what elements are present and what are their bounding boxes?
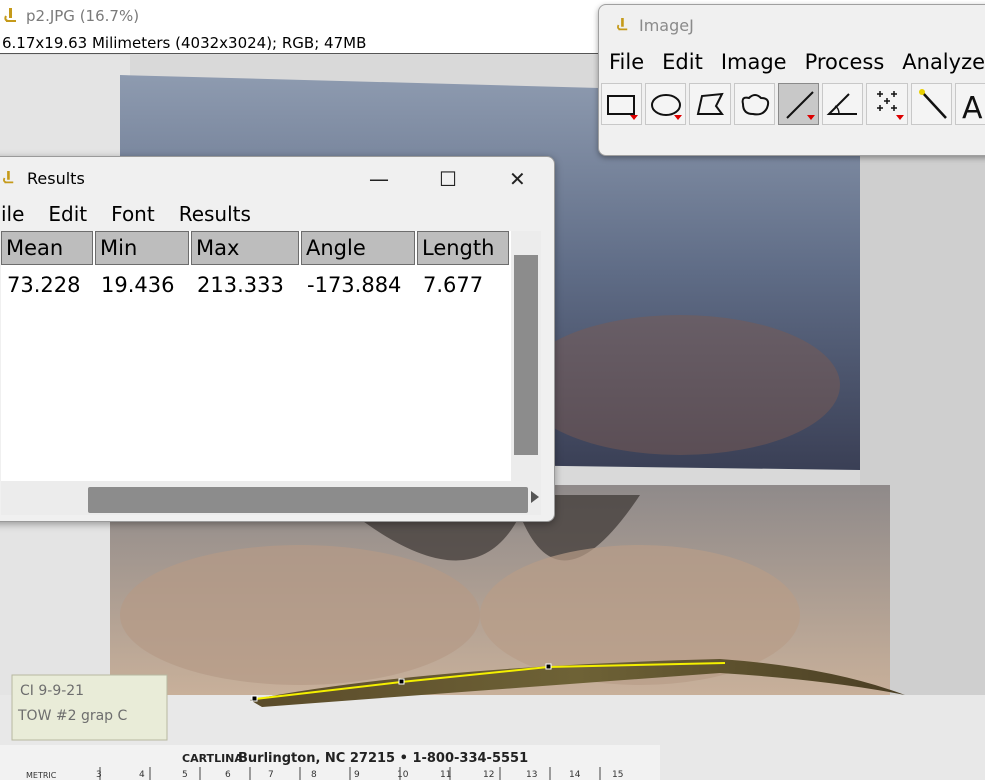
cell-max: 213.333 <box>197 273 284 297</box>
ruler-metric: METRIC <box>26 771 57 780</box>
text-tool-icon: A <box>962 91 983 126</box>
photo-label-line1: CI 9-9-21 <box>20 683 84 699</box>
menu-analyze[interactable]: Analyze <box>902 50 985 74</box>
vertical-scrollbar[interactable] <box>511 231 541 481</box>
ruler-number: 15 <box>612 770 623 780</box>
ruler-brand: CARTLINA <box>182 752 243 765</box>
imagej-window[interactable]: ImageJ File Edit Image Process Analyze A <box>598 4 985 156</box>
point-tool-button[interactable] <box>866 83 908 125</box>
menu-process[interactable]: Process <box>805 50 885 74</box>
column-header-max[interactable]: Max <box>191 231 299 265</box>
scroll-right-arrow-icon[interactable] <box>531 491 539 503</box>
ruler-number: 6 <box>225 770 231 780</box>
measurement-handle[interactable] <box>398 678 405 685</box>
svg-text:A: A <box>962 91 983 126</box>
menu-file[interactable]: File <box>609 50 644 74</box>
photo-skin-shape <box>120 545 480 685</box>
ruler-number: 11 <box>440 770 451 780</box>
freehand-tool-button[interactable] <box>733 83 775 125</box>
maximize-button[interactable]: ☐ <box>439 167 457 191</box>
ruler-number: 5 <box>182 770 188 780</box>
imagej-titlebar[interactable]: ImageJ <box>599 5 985 45</box>
microscope-icon <box>4 8 16 22</box>
vertical-scroll-thumb[interactable] <box>514 255 538 455</box>
microscope-icon <box>3 171 14 184</box>
results-titlebar[interactable]: Results — ☐ ✕ <box>0 157 554 199</box>
ruler-text: Burlington, NC 27215 • 1-800-334-5551 <box>238 751 528 766</box>
ruler-number: 13 <box>526 770 537 780</box>
photo-reflection-tree <box>520 315 840 455</box>
polygon-tool-icon <box>697 92 725 115</box>
wand-tool-button[interactable] <box>910 83 952 125</box>
column-header-angle[interactable]: Angle <box>301 231 415 265</box>
microscope-icon <box>617 18 628 31</box>
column-header-min[interactable]: Min <box>95 231 189 265</box>
ruler-number: 9 <box>354 770 360 780</box>
results-table[interactable]: Mean Min Max Angle Length 73.228 19.436 … <box>1 231 511 481</box>
ruler-number: 14 <box>569 770 581 780</box>
oval-tool-button[interactable] <box>645 83 687 125</box>
rectangle-tool-button[interactable] <box>601 83 643 125</box>
freehand-tool-icon <box>741 94 769 116</box>
angle-tool-icon <box>826 93 858 115</box>
image-info-bar: 6.17x19.63 Milimeters (4032x3024); RGB; … <box>0 32 600 54</box>
dropdown-indicator-icon <box>630 115 639 120</box>
cell-angle: -173.884 <box>307 273 402 297</box>
results-title: Results <box>27 168 85 188</box>
column-header-mean[interactable]: Mean <box>1 231 93 265</box>
ruler-number: 4 <box>139 770 145 780</box>
results-menubar: ile Edit Font Results <box>0 199 554 229</box>
results-table-header: Mean Min Max Angle Length <box>1 231 511 267</box>
column-header-length[interactable]: Length <box>417 231 509 265</box>
cell-mean: 73.228 <box>7 273 81 297</box>
menu-font[interactable]: Font <box>111 202 155 226</box>
minimize-button[interactable]: — <box>369 167 389 191</box>
image-window-title: p2.JPG (16.7%) <box>26 7 140 25</box>
text-tool-button[interactable]: A <box>954 83 985 126</box>
menu-edit[interactable]: Edit <box>662 50 703 74</box>
dropdown-indicator-icon <box>674 115 683 120</box>
horizontal-scrollbar[interactable] <box>1 481 541 515</box>
results-window[interactable]: Results — ☐ ✕ ile Edit Font Results Mean… <box>0 156 555 522</box>
menu-image[interactable]: Image <box>721 50 787 74</box>
ruler-number: 12 <box>483 770 494 780</box>
line-tool-button[interactable] <box>777 83 820 125</box>
measurement-handle[interactable] <box>251 695 258 702</box>
wand-tool-icon <box>918 89 947 119</box>
cell-length: 7.677 <box>423 273 484 297</box>
ruler-number: 8 <box>311 770 317 780</box>
ruler-number: 7 <box>268 770 274 780</box>
photo-label-line2: TOW #2 grap C <box>17 708 128 724</box>
imagej-title: ImageJ <box>639 15 694 35</box>
menu-edit[interactable]: Edit <box>48 202 87 226</box>
menu-file[interactable]: ile <box>1 202 24 226</box>
close-button[interactable]: ✕ <box>509 167 526 191</box>
measurement-handle[interactable] <box>545 663 552 670</box>
horizontal-scroll-thumb[interactable] <box>88 487 528 513</box>
dropdown-indicator-icon <box>807 115 816 120</box>
ruler-number: 3 <box>96 770 102 780</box>
cell-min: 19.436 <box>101 273 175 297</box>
imagej-toolbar: A <box>601 83 985 126</box>
ruler-number: 10 <box>397 770 409 780</box>
angle-tool-button[interactable] <box>822 83 864 125</box>
dropdown-indicator-icon <box>895 115 904 120</box>
table-row[interactable]: 73.228 19.436 213.333 -173.884 7.677 <box>1 267 511 303</box>
imagej-menubar: File Edit Image Process Analyze <box>599 45 985 79</box>
menu-results[interactable]: Results <box>179 202 251 226</box>
polygon-tool-button[interactable] <box>689 83 731 125</box>
